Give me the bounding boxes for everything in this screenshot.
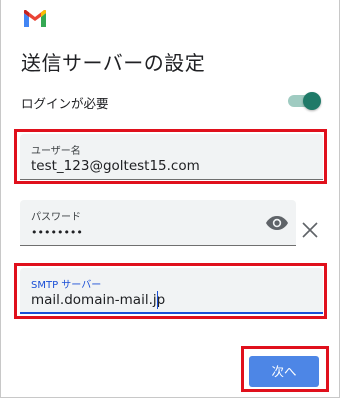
next-button[interactable]: 次へ bbox=[249, 356, 319, 387]
login-required-toggle[interactable] bbox=[288, 92, 321, 110]
username-label: ユーザー名 bbox=[31, 146, 81, 157]
smtp-server-field[interactable]: SMTP サーバー mail.domain-mail.jp bbox=[20, 268, 323, 314]
toggle-thumb bbox=[303, 92, 321, 110]
password-field[interactable]: パスワード •••••••• bbox=[20, 200, 296, 246]
password-input[interactable]: •••••••• bbox=[31, 226, 279, 239]
login-required-label: ログインが必要 bbox=[21, 96, 109, 111]
gmail-logo-icon bbox=[24, 10, 46, 27]
show-password-eye-icon[interactable] bbox=[266, 215, 288, 231]
smtp-server-label: SMTP サーバー bbox=[31, 280, 102, 291]
page-title: 送信サーバーの設定 bbox=[21, 51, 206, 75]
username-input[interactable]: test_123@goltest15.com bbox=[31, 158, 304, 174]
text-cursor bbox=[157, 291, 158, 309]
smtp-server-input[interactable]: mail.domain-mail.jp bbox=[31, 292, 304, 308]
password-label: パスワード bbox=[31, 212, 81, 223]
login-required-row: ログインが必要 bbox=[21, 90, 321, 114]
username-field[interactable]: ユーザー名 test_123@goltest15.com bbox=[20, 134, 323, 180]
clear-password-close-icon[interactable] bbox=[301, 221, 319, 239]
